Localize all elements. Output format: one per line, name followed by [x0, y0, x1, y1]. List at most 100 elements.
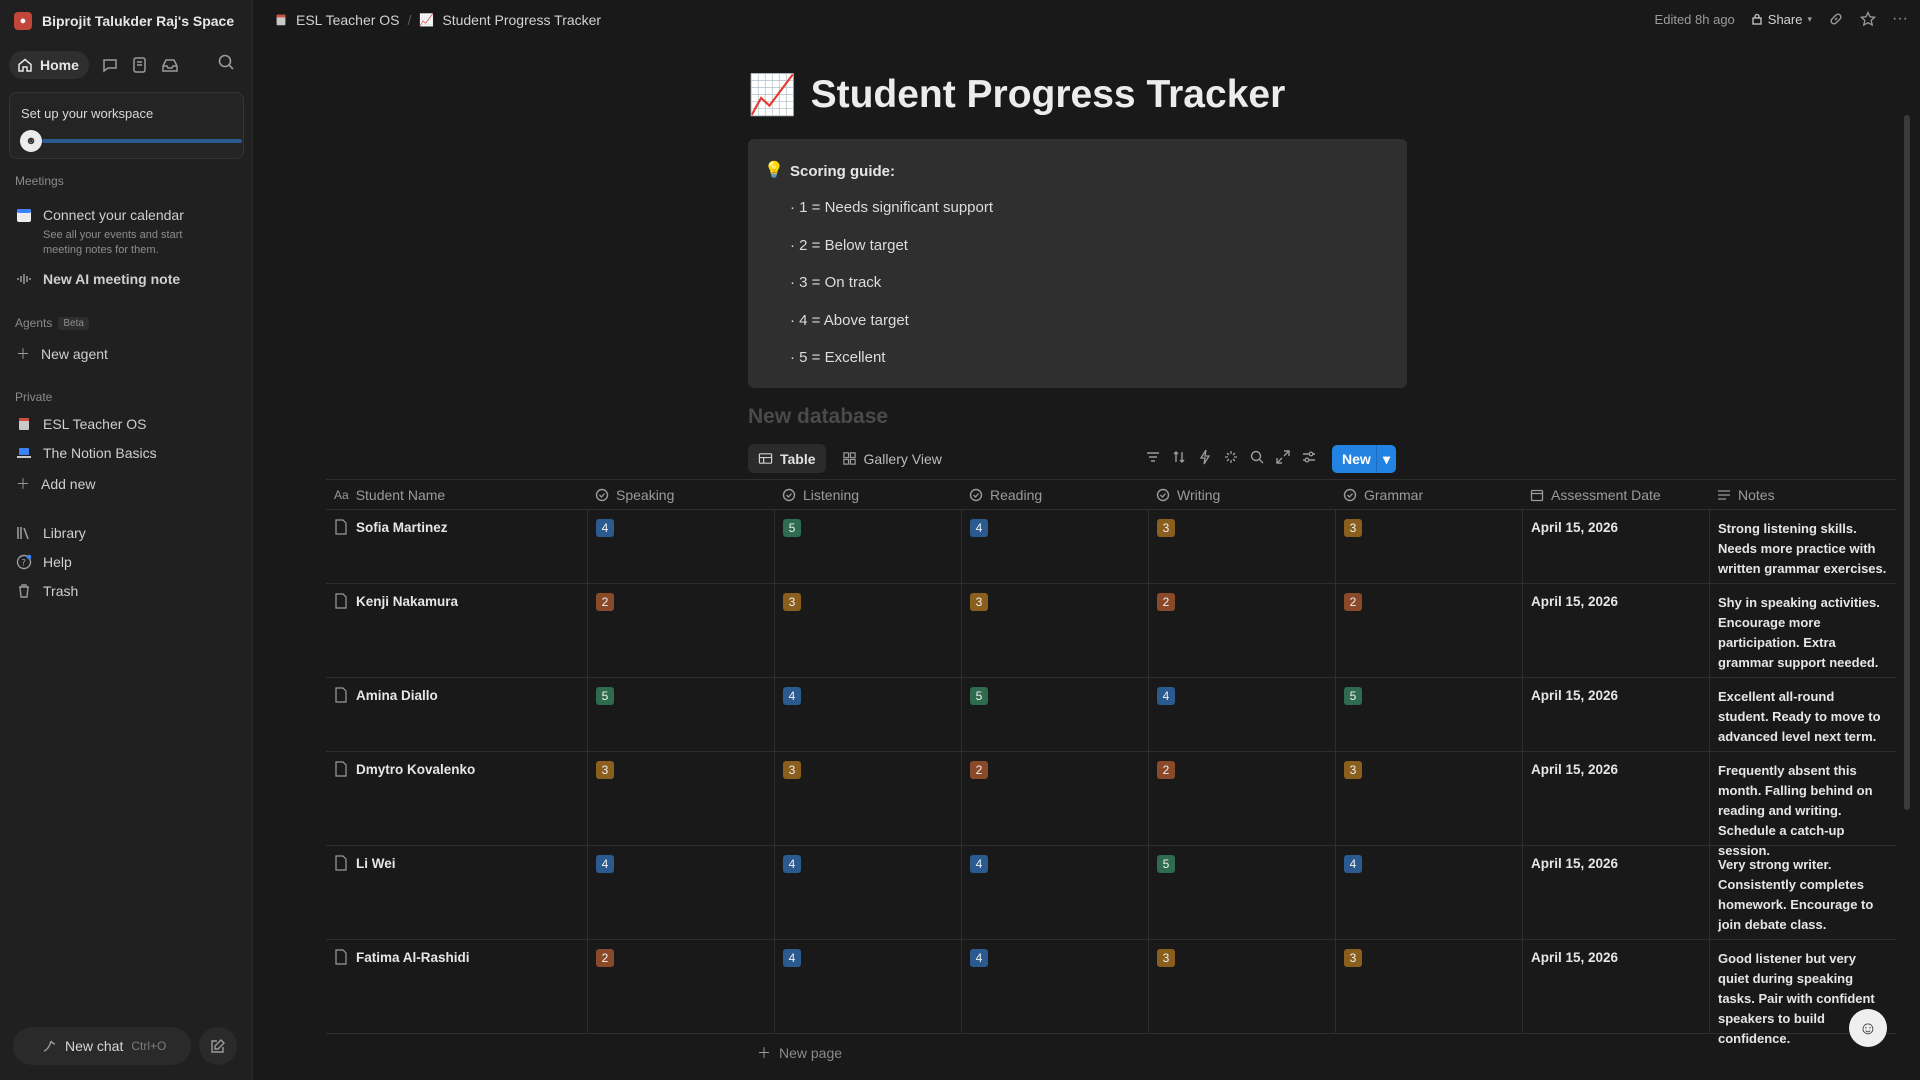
listening-score-cell[interactable]: 3 [774, 584, 961, 677]
column-header-speaking[interactable]: Speaking [587, 480, 774, 510]
reading-score-cell[interactable]: 5 [961, 678, 1148, 751]
column-header-student-name[interactable]: Aa Student Name [326, 480, 587, 510]
column-header-assessment-date[interactable]: Assessment Date [1522, 480, 1709, 510]
speaking-score-cell[interactable]: 3 [587, 752, 774, 845]
writing-score-cell[interactable]: 4 [1148, 678, 1335, 751]
writing-score-cell[interactable]: 2 [1148, 584, 1335, 677]
meeting-notes-icon[interactable] [131, 56, 149, 74]
inbox-icon[interactable] [161, 56, 179, 74]
column-header-listening[interactable]: Listening [774, 480, 961, 510]
speaking-score-cell[interactable]: 2 [587, 940, 774, 1033]
listening-score-cell[interactable]: 4 [774, 846, 961, 939]
notes-cell[interactable]: Very strong writer. Consistently complet… [1709, 846, 1896, 939]
reading-score-cell[interactable]: 4 [961, 510, 1148, 583]
notes-cell[interactable]: Frequently absent this month. Falling be… [1709, 752, 1896, 858]
student-name-cell[interactable]: Sofia Martinez [326, 510, 587, 583]
sidebar-item-help[interactable]: ? Help [16, 554, 72, 570]
search-icon[interactable] [1249, 449, 1265, 465]
compose-button[interactable] [199, 1027, 237, 1065]
table-row[interactable]: Kenji Nakamura 2 3 3 2 2 April 15, 2026 Shy in … [326, 584, 1896, 678]
sort-icon[interactable] [1171, 449, 1187, 465]
grammar-score-cell[interactable]: 3 [1335, 510, 1522, 583]
assessment-date-cell[interactable]: April 15, 2026 [1522, 678, 1709, 751]
new-page-button[interactable]: ＋ New page [757, 1043, 842, 1063]
sidebar-item-notion-basics[interactable]: The Notion Basics [16, 445, 157, 461]
automation-lightning-icon[interactable] [1197, 449, 1213, 465]
ai-sparkle-icon[interactable] [1223, 449, 1239, 465]
column-header-writing[interactable]: Writing [1148, 480, 1335, 510]
student-name-cell[interactable]: Li Wei [326, 846, 587, 939]
sidebar-item-library[interactable]: Library [16, 525, 86, 541]
reading-score-cell[interactable]: 2 [961, 752, 1148, 845]
speaking-score-cell[interactable]: 5 [587, 678, 774, 751]
expand-icon[interactable] [1275, 449, 1291, 465]
speaking-score-cell[interactable]: 2 [587, 584, 774, 677]
database-title[interactable]: New database [748, 405, 888, 429]
connect-calendar-item[interactable]: Connect your calendar [16, 207, 184, 223]
page-emoji-icon[interactable]: 📈 [748, 72, 797, 118]
scoring-guide-callout[interactable]: 💡 Scoring guide: · 1 = Needs significant… [748, 139, 1407, 388]
reading-score-cell[interactable]: 4 [961, 846, 1148, 939]
listening-score-cell[interactable]: 4 [774, 940, 961, 1033]
column-header-notes[interactable]: Notes [1709, 480, 1896, 510]
assessment-date-cell[interactable]: April 15, 2026 [1522, 752, 1709, 845]
chevron-down-icon[interactable]: ▾ [1376, 445, 1396, 473]
table-row[interactable]: Amina Diallo 5 4 5 4 5 April 15, 2026 Excellent… [326, 678, 1896, 752]
listening-score-cell[interactable]: 3 [774, 752, 961, 845]
column-header-reading[interactable]: Reading [961, 480, 1148, 510]
tab-gallery-view[interactable]: Gallery View [832, 444, 952, 473]
chat-icon[interactable] [101, 56, 119, 74]
ai-assistant-button[interactable]: ☺ [1849, 1009, 1887, 1047]
workspace-switcher[interactable]: ● Biprojit Talukder Raj's Space [14, 10, 234, 32]
new-agent-item[interactable]: ＋ New agent [16, 344, 108, 364]
speaking-score-cell[interactable]: 4 [587, 846, 774, 939]
search-icon[interactable] [217, 53, 235, 71]
student-name-cell[interactable]: Fatima Al-Rashidi [326, 940, 587, 1033]
table-row[interactable]: Dmytro Kovalenko 3 3 2 2 3 April 15, 2026 Frequ… [326, 752, 1896, 858]
sidebar-item-trash[interactable]: Trash [16, 583, 78, 599]
add-new-page-item[interactable]: ＋ Add new [16, 474, 95, 494]
writing-score-cell[interactable]: 2 [1148, 752, 1335, 845]
assessment-date-cell[interactable]: April 15, 2026 [1522, 584, 1709, 677]
tab-table-view[interactable]: Table [748, 444, 826, 473]
more-icon[interactable]: ··· [1892, 10, 1908, 28]
filter-icon[interactable] [1145, 449, 1161, 465]
page-title-text[interactable]: Student Progress Tracker [811, 73, 1286, 117]
notes-cell[interactable]: Strong listening skills. Needs more prac… [1709, 510, 1896, 583]
writing-score-cell[interactable]: 3 [1148, 510, 1335, 583]
speaking-score-cell[interactable]: 4 [587, 510, 774, 583]
new-chat-button[interactable]: New chat Ctrl+O [13, 1027, 191, 1065]
grammar-score-cell[interactable]: 3 [1335, 940, 1522, 1033]
sidebar-item-esl-teacher-os[interactable]: ESL Teacher OS [16, 416, 147, 432]
table-row[interactable]: Li Wei 4 4 4 5 4 April 15, 2026 Very strong wri… [326, 846, 1896, 940]
assessment-date-cell[interactable]: April 15, 2026 [1522, 846, 1709, 939]
table-row[interactable]: Fatima Al-Rashidi 2 4 4 3 3 April 15, 2026 Good… [326, 940, 1896, 1046]
new-ai-meeting-note-item[interactable]: New AI meeting note [16, 271, 180, 287]
breadcrumb-current[interactable]: Student Progress Tracker [442, 12, 601, 28]
grammar-score-cell[interactable]: 5 [1335, 678, 1522, 751]
student-name-cell[interactable]: Amina Diallo [326, 678, 587, 751]
breadcrumb-parent[interactable]: ESL Teacher OS [296, 12, 400, 28]
grammar-score-cell[interactable]: 2 [1335, 584, 1522, 677]
settings-sliders-icon[interactable] [1301, 449, 1317, 465]
column-header-grammar[interactable]: Grammar [1335, 480, 1522, 510]
scrollbar[interactable] [1904, 115, 1910, 810]
listening-score-cell[interactable]: 5 [774, 510, 961, 583]
grammar-score-cell[interactable]: 3 [1335, 752, 1522, 845]
grammar-score-cell[interactable]: 4 [1335, 846, 1522, 939]
writing-score-cell[interactable]: 5 [1148, 846, 1335, 939]
link-icon[interactable] [1828, 11, 1844, 27]
reading-score-cell[interactable]: 4 [961, 940, 1148, 1033]
share-button[interactable]: Share ▾ [1751, 12, 1812, 27]
writing-score-cell[interactable]: 3 [1148, 940, 1335, 1033]
new-record-button[interactable]: New ▾ [1332, 445, 1396, 473]
assessment-date-cell[interactable]: April 15, 2026 [1522, 940, 1709, 1033]
student-name-cell[interactable]: Kenji Nakamura [326, 584, 587, 677]
table-row[interactable]: Sofia Martinez 4 5 4 3 3 April 15, 2026 Strong … [326, 510, 1896, 584]
star-icon[interactable] [1860, 11, 1877, 27]
reading-score-cell[interactable]: 3 [961, 584, 1148, 677]
home-button[interactable]: Home [9, 51, 89, 79]
notes-cell[interactable]: Excellent all-round student. Ready to mo… [1709, 678, 1896, 751]
setup-workspace-card[interactable]: Set up your workspace ☻ [9, 92, 244, 159]
notes-cell[interactable]: Shy in speaking activities. Encourage mo… [1709, 584, 1896, 677]
